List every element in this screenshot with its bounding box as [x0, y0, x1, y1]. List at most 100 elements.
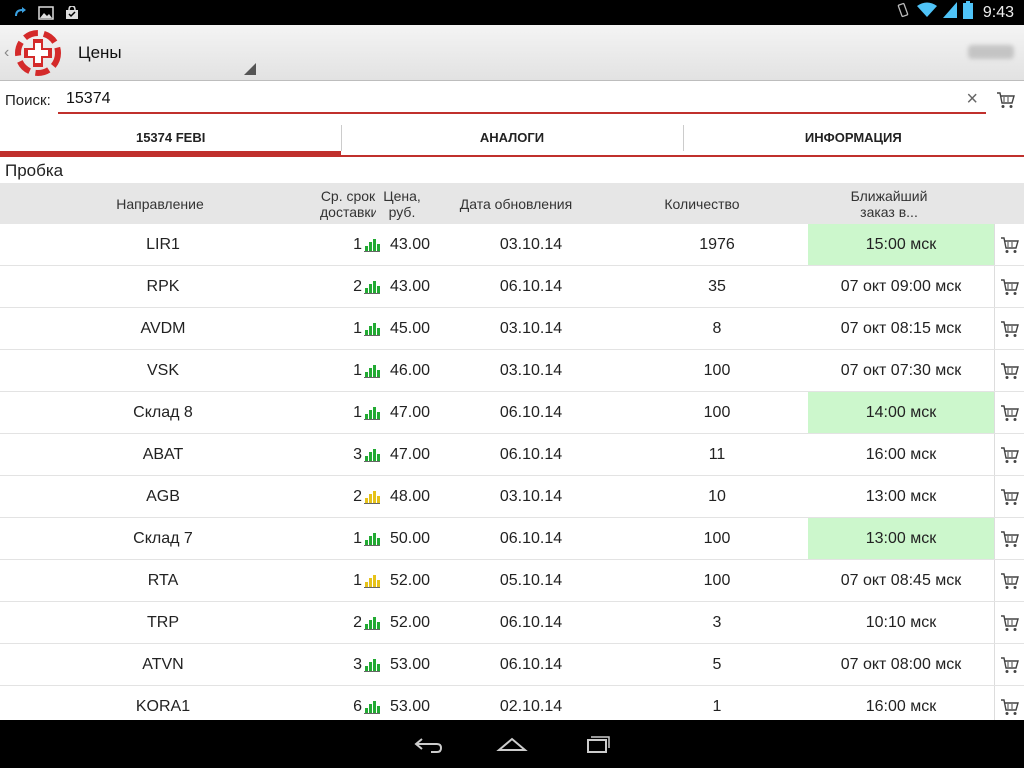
cell-nearest: 07 окт 08:15 мск: [840, 319, 962, 337]
add-to-cart-button[interactable]: [994, 518, 1024, 559]
cell-qty: 3: [712, 613, 722, 631]
col-qty[interactable]: Количество: [608, 196, 796, 212]
table-row[interactable]: RTA 1 52.00 05.10.14 100 07 окт 08:45 мс…: [0, 560, 1024, 602]
table-row[interactable]: AGB 2 48.00 03.10.14 10 13:00 мск: [0, 476, 1024, 518]
search-label: Поиск:: [5, 91, 51, 109]
cell-price: 45.00: [389, 319, 431, 337]
cell-direction: LIR1: [146, 235, 180, 253]
table-row[interactable]: RPK 2 43.00 06.10.14 35 07 окт 09:00 мск: [0, 266, 1024, 308]
cell-direction: ATVN: [142, 655, 184, 673]
store-bag-icon: [64, 4, 80, 20]
search-box[interactable]: ×: [58, 86, 986, 114]
cell-price: 52.00: [389, 571, 431, 589]
cart-icon: [1000, 278, 1019, 295]
add-to-cart-button[interactable]: [994, 224, 1024, 265]
tab-analogs[interactable]: АНАЛОГИ: [341, 119, 682, 155]
cell-nearest: 13:00 мск: [808, 518, 994, 559]
recent-apps-icon[interactable]: [579, 732, 613, 756]
sync-icon: [12, 6, 28, 20]
cell-date: 06.10.14: [499, 613, 563, 631]
table-row[interactable]: ABAT 3 47.00 06.10.14 11 16:00 мск: [0, 434, 1024, 476]
delivery-bars-icon: [364, 686, 384, 720]
add-to-cart-button[interactable]: [994, 266, 1024, 307]
cell-qty: 35: [708, 277, 726, 295]
add-to-cart-button[interactable]: [994, 308, 1024, 349]
table-row[interactable]: TRP 2 52.00 06.10.14 3 10:10 мск: [0, 602, 1024, 644]
cell-nearest: 07 окт 09:00 мск: [840, 277, 962, 295]
battery-icon: [962, 1, 973, 24]
delivery-bars-icon: [364, 476, 384, 517]
app-logo-icon[interactable]: [14, 29, 62, 77]
cart-icon: [1000, 530, 1019, 547]
back-icon[interactable]: [411, 732, 445, 756]
delivery-bars-icon: [364, 602, 384, 643]
cart-icon: [1000, 320, 1019, 337]
table-row[interactable]: Склад 7 1 50.00 06.10.14 100 13:00 мск: [0, 518, 1024, 560]
cart-icon: [1000, 488, 1019, 505]
table-row[interactable]: ATVN 3 53.00 06.10.14 5 07 окт 08:00 мск: [0, 644, 1024, 686]
status-bar: 9:43: [0, 0, 1024, 25]
cart-icon[interactable]: [996, 90, 1016, 110]
cell-qty: 1: [712, 697, 722, 715]
vibrate-icon: [895, 2, 911, 23]
add-to-cart-button[interactable]: [994, 392, 1024, 433]
table-row[interactable]: AVDM 1 45.00 03.10.14 8 07 окт 08:15 мск: [0, 308, 1024, 350]
wifi-icon: [916, 2, 937, 23]
table-row[interactable]: LIR1 1 43.00 03.10.14 1976 15:00 мск: [0, 224, 1024, 266]
table-row[interactable]: KORA1 6 53.00 02.10.14 1 16:00 мск: [0, 686, 1024, 720]
action-bar: ‹ Цены: [0, 25, 1024, 81]
navigation-bar: [0, 720, 1024, 768]
tab-part[interactable]: 15374 FEBI: [0, 119, 342, 157]
col-term[interactable]: Ср. срок доставки: [320, 188, 376, 220]
search-input[interactable]: [58, 90, 938, 108]
tab-info[interactable]: ИНФОРМАЦИЯ: [682, 119, 1024, 155]
cell-date: 06.10.14: [499, 403, 563, 421]
signal-icon: [942, 2, 957, 23]
table-row[interactable]: Склад 8 1 47.00 06.10.14 100 14:00 мск: [0, 392, 1024, 434]
clear-icon[interactable]: ×: [966, 88, 978, 111]
col-date[interactable]: Дата обновления: [424, 196, 608, 212]
cell-price: 52.00: [389, 613, 431, 631]
cell-price: 47.00: [389, 403, 431, 421]
add-to-cart-button[interactable]: [994, 350, 1024, 391]
add-to-cart-button[interactable]: [994, 686, 1024, 720]
cell-direction: AVDM: [140, 319, 186, 337]
add-to-cart-button[interactable]: [994, 434, 1024, 475]
cell-date: 03.10.14: [499, 487, 563, 505]
cell-nearest: 10:10 мск: [865, 613, 937, 631]
home-icon[interactable]: [495, 732, 529, 756]
delivery-bars-icon: [364, 644, 384, 685]
cell-nearest: 14:00 мск: [808, 392, 994, 433]
cell-term: 2: [353, 613, 362, 631]
cell-nearest: 15:00 мск: [808, 224, 994, 265]
add-to-cart-button[interactable]: [994, 560, 1024, 601]
delivery-bars-icon: [364, 266, 384, 307]
cart-icon: [1000, 572, 1019, 589]
col-direction[interactable]: Направление: [0, 196, 320, 212]
col-nearest[interactable]: Ближайший заказ в...: [796, 188, 982, 220]
spinner-dropdown-icon[interactable]: [244, 63, 256, 75]
cell-nearest: 07 окт 08:00 мск: [840, 655, 962, 673]
add-to-cart-button[interactable]: [994, 644, 1024, 685]
cell-price: 53.00: [389, 697, 431, 715]
col-price[interactable]: Цена, руб.: [380, 188, 424, 220]
cell-term: 3: [353, 445, 362, 463]
cell-date: 02.10.14: [499, 697, 563, 715]
delivery-bars-icon: [364, 308, 384, 349]
cell-direction: RPK: [146, 277, 180, 295]
page-title[interactable]: Цены: [78, 43, 122, 63]
cell-direction: KORA1: [135, 697, 191, 715]
add-to-cart-button[interactable]: [994, 476, 1024, 517]
cell-price: 50.00: [389, 529, 431, 547]
cell-direction: AGB: [146, 487, 180, 505]
up-caret-icon[interactable]: ‹: [4, 44, 14, 62]
cell-nearest: 07 окт 07:30 мск: [840, 361, 962, 379]
image-icon: [38, 5, 54, 20]
cell-nearest: 16:00 мск: [865, 445, 937, 463]
delivery-bars-icon: [364, 434, 384, 475]
cart-icon: [1000, 446, 1019, 463]
table-row[interactable]: VSK 1 46.00 03.10.14 100 07 окт 07:30 мс…: [0, 350, 1024, 392]
add-to-cart-button[interactable]: [994, 602, 1024, 643]
cart-icon: [1000, 698, 1019, 715]
cell-price: 53.00: [389, 655, 431, 673]
